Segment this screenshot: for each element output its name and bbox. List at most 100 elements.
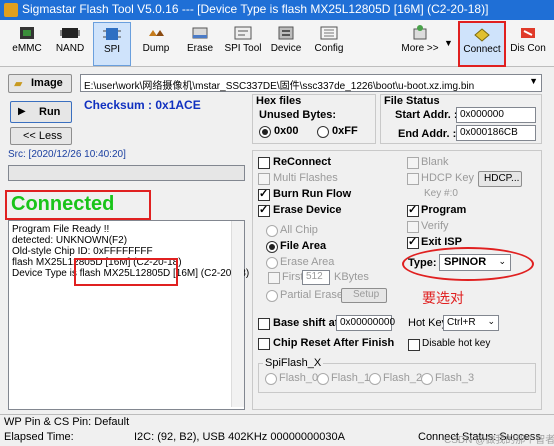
config-button[interactable]: Config <box>309 22 349 64</box>
first-kbytes-field[interactable]: 512 <box>302 270 330 285</box>
spi-label: SPI <box>103 44 121 55</box>
flash-2-label: Flash_2 <box>383 372 423 384</box>
toolbar-dropdown-arrow-icon[interactable]: ▼ <box>444 38 453 48</box>
verify-checkbox[interactable] <box>407 221 419 233</box>
chip-reset-checkbox[interactable] <box>258 338 270 350</box>
erase-device-label: Erase Device <box>273 204 342 216</box>
connect-icon <box>474 28 490 42</box>
burn-run-flow-checkbox[interactable] <box>258 187 270 201</box>
exit-isp-checkbox[interactable] <box>407 235 419 249</box>
start-addr-field[interactable]: 0x000000 <box>456 107 536 123</box>
hdcp-key-label: HDCP Key <box>421 172 474 184</box>
disconnect-icon <box>521 28 535 38</box>
hex-files-group: Hex files Unused Bytes: 0x00 0xFF <box>252 94 376 144</box>
more-button[interactable]: More >> <box>400 22 440 64</box>
program-label: Program <box>421 204 467 216</box>
disable-hotkey-checkbox[interactable] <box>408 339 420 351</box>
log-box[interactable]: Program File Ready !! detected: UNKNOWN(… <box>8 220 249 410</box>
log-line: detected: UNKNOWN(F2) <box>12 235 128 246</box>
disconnect-button[interactable]: Dis Con <box>506 22 550 64</box>
end-addr-label: End Addr. : <box>398 128 457 140</box>
nand-button[interactable]: NAND <box>50 22 90 64</box>
chip-icon <box>20 27 34 39</box>
multi-flashes-checkbox[interactable] <box>258 173 270 185</box>
spi-tool-icon <box>234 26 252 40</box>
flash-1-label: Flash_1 <box>331 372 371 384</box>
flash-1-radio[interactable] <box>317 373 329 385</box>
spi-chip-icon <box>103 28 121 40</box>
file-path-field[interactable]: E:\user\work\网络摄像机\mstar_SSC337DE\固件\ssc… <box>80 74 542 92</box>
disable-hotkey-label: Disable hot key <box>422 338 491 349</box>
setup-label: Setup <box>353 289 380 300</box>
config-label: Config <box>314 43 344 54</box>
erase-device-checkbox[interactable] <box>258 203 270 217</box>
hex-files-title: Hex files <box>256 95 302 107</box>
hotkey-chevron-down-icon: ⌄ <box>487 316 495 326</box>
connected-text: Connected <box>11 193 115 215</box>
dump-button[interactable]: Dump <box>136 22 176 64</box>
burn-run-flow-label: Burn Run Flow <box>273 188 352 200</box>
less-button[interactable]: << Less <box>10 127 72 145</box>
image-label: Image <box>31 77 63 89</box>
connect-label: Connect <box>463 44 501 55</box>
blank-checkbox[interactable] <box>407 157 419 169</box>
disconnect-label: Dis Con <box>510 43 546 54</box>
spi-tool-button[interactable]: SPI Tool <box>223 22 263 64</box>
base-shift-checkbox[interactable] <box>258 318 270 330</box>
progress-bar <box>8 165 245 181</box>
hdcp-button[interactable]: HDCP... <box>478 171 522 187</box>
flash-0-label: Flash_0 <box>279 372 319 384</box>
start-addr-value: 0x000000 <box>460 109 504 120</box>
toolbar: eMMC NAND SPI Dump Erase SPI Tool Device… <box>0 20 554 67</box>
device-button[interactable]: Device <box>266 22 306 64</box>
nand-label: NAND <box>55 43 85 54</box>
spi-tool-label: SPI Tool <box>224 43 262 54</box>
end-addr-field[interactable]: 0x000186CB <box>456 125 536 141</box>
flash-2-radio[interactable] <box>369 373 381 385</box>
run-button[interactable]: ▶ Run <box>10 101 72 123</box>
verify-label: Verify <box>421 220 449 232</box>
all-chip-label: All Chip <box>280 224 318 236</box>
base-shift-field[interactable]: 0x00000000 <box>336 315 395 331</box>
type-highlight-ellipse <box>402 247 534 281</box>
dump-icon <box>149 30 164 36</box>
unused-bytes-label: Unused Bytes: <box>259 109 337 121</box>
flash-0-radio[interactable] <box>265 373 277 385</box>
setup-button[interactable]: Setup <box>341 288 387 303</box>
key-number: Key #:0 <box>424 188 458 199</box>
hotkey-select[interactable]: Ctrl+R ⌄ <box>443 315 499 331</box>
kbytes-label: KBytes <box>334 271 369 283</box>
flash-3-radio[interactable] <box>421 373 433 385</box>
device-label: Device <box>270 43 302 54</box>
reconnect-checkbox[interactable] <box>258 157 270 169</box>
exit-isp-label: Exit ISP <box>421 236 462 248</box>
emmc-button[interactable]: eMMC <box>6 22 48 64</box>
radio-0xff-label: 0xFF <box>332 125 358 137</box>
erase-area-radio[interactable] <box>266 257 278 269</box>
file-area-label: File Area <box>280 240 327 252</box>
erase-button[interactable]: Erase <box>180 22 220 64</box>
log-scrollbar[interactable] <box>231 221 244 407</box>
flash-3-label: Flash_3 <box>435 372 475 384</box>
path-dropdown-arrow-icon[interactable]: ▼ <box>529 76 538 86</box>
program-checkbox[interactable] <box>407 203 419 217</box>
emmc-label: eMMC <box>12 43 42 54</box>
hdcp-key-checkbox[interactable] <box>407 173 419 185</box>
connected-highlight: Connected <box>5 190 151 220</box>
file-area-radio[interactable] <box>266 241 278 253</box>
radio-0xff[interactable] <box>317 126 329 138</box>
config-icon <box>320 26 338 40</box>
connect-button[interactable]: Connect <box>458 21 506 67</box>
more-label: More >> <box>401 43 439 54</box>
first-label: First <box>282 271 304 283</box>
partial-erase-radio[interactable] <box>266 290 278 302</box>
start-addr-label: Start Addr. : <box>395 109 458 121</box>
log-line: Old-style Chip ID: 0xFFFFFFFF <box>12 246 153 257</box>
spi-button[interactable]: SPI <box>93 22 131 66</box>
radio-0x00[interactable] <box>259 126 271 138</box>
first-checkbox[interactable] <box>268 272 280 284</box>
image-button[interactable]: ▰ Image <box>8 74 72 93</box>
spiflash-group: SpiFlash_X Flash_0 Flash_1 Flash_2 Flash… <box>258 357 536 393</box>
source-timestamp: Src: [2020/12/26 10:40:20] <box>8 149 126 160</box>
all-chip-radio[interactable] <box>266 225 278 237</box>
